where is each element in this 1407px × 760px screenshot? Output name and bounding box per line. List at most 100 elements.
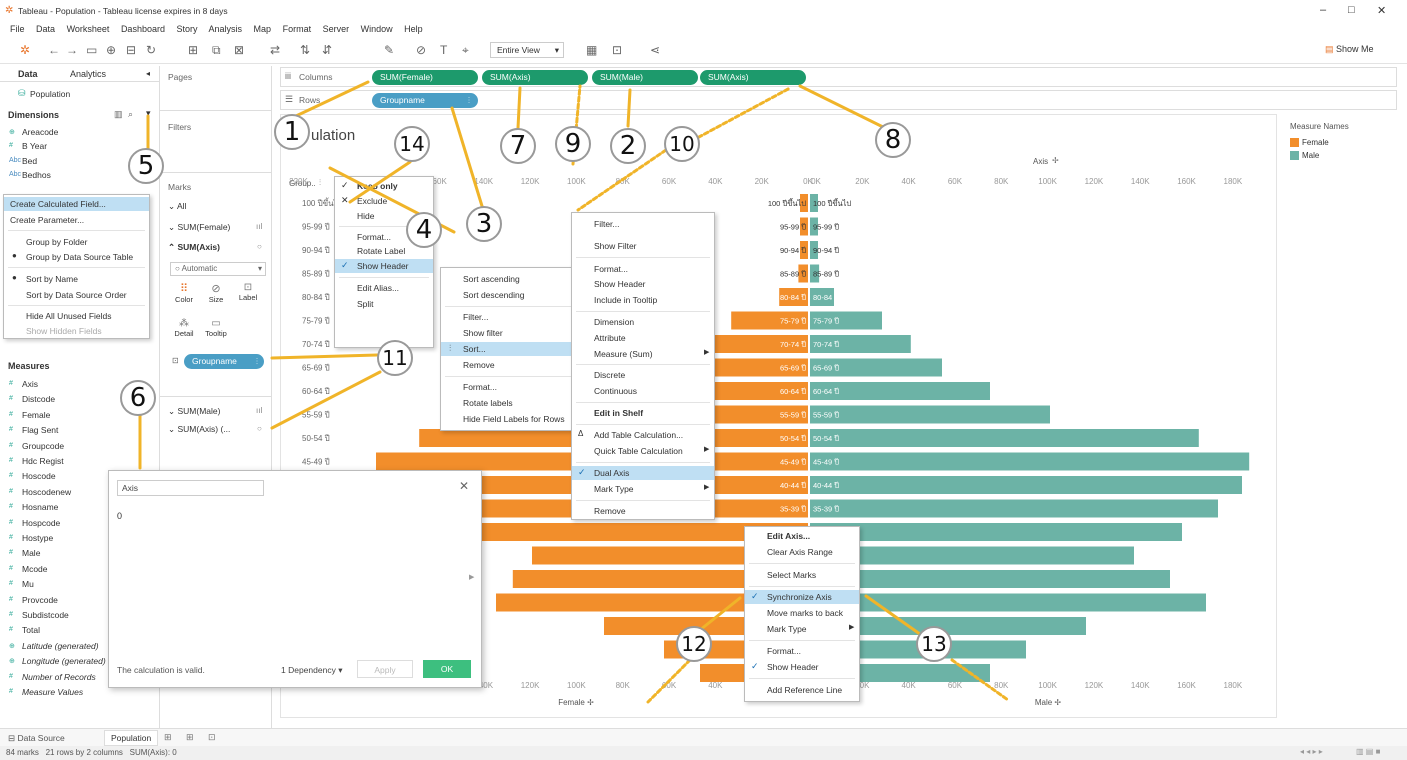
tab-analytics[interactable]: Analytics	[70, 69, 106, 79]
clear-icon[interactable]: ⊠	[234, 43, 244, 57]
menu-item-include-in-tooltip[interactable]: Include in Tooltip	[572, 293, 714, 307]
measure-field[interactable]: Female	[22, 410, 50, 420]
show-cards-icon[interactable]: ▦	[586, 43, 597, 57]
measure-field[interactable]: Axis	[22, 379, 38, 389]
menu-map[interactable]: Map	[254, 24, 272, 34]
menu-item-show-filter[interactable]: Show Filter	[572, 239, 714, 253]
datasource-name[interactable]: Population	[30, 89, 70, 99]
menu-item-sort-ascending[interactable]: Sort ascending	[441, 272, 587, 286]
measure-field[interactable]: Hdc Regist	[22, 456, 64, 466]
back-icon[interactable]: ←	[48, 43, 60, 57]
menu-file[interactable]: File	[10, 24, 25, 34]
group-icon[interactable]: ⊘	[416, 43, 426, 57]
minimize-button[interactable]: –	[1320, 4, 1326, 16]
menu-item-mark-type[interactable]: Mark Type	[572, 482, 714, 496]
menu-item-rotate-labels[interactable]: Rotate labels	[441, 396, 587, 410]
menu-item-sort-by-name[interactable]: Sort by Name	[4, 272, 149, 286]
menu-item-format[interactable]: Format...	[745, 644, 859, 658]
menu-item-move-marks-to-back[interactable]: Move marks to back	[745, 606, 859, 620]
color-button[interactable]: ⠿ Color	[170, 282, 198, 312]
columns-pill-sum-male[interactable]: SUM(Male)	[592, 70, 698, 85]
maximize-button[interactable]: □	[1348, 4, 1355, 16]
measure-field[interactable]: Subdistcode	[22, 610, 69, 620]
forward-icon[interactable]: →	[66, 43, 78, 57]
marks-pill-groupname[interactable]: Groupname ⫶	[184, 354, 264, 369]
calc-formula-editor[interactable]: 0	[117, 511, 475, 651]
tableau-home-icon[interactable]: ✲	[20, 43, 30, 57]
menu-item-format[interactable]: Format...	[572, 262, 714, 276]
measure-field[interactable]: Hosname	[22, 502, 58, 512]
menu-item-show-header[interactable]: Show Header	[335, 259, 433, 273]
measure-field[interactable]: Hostype	[22, 533, 53, 543]
collapse-icon[interactable]: ◂	[146, 69, 150, 78]
menu-item-sort-by-data-source-order[interactable]: Sort by Data Source Order	[4, 288, 149, 302]
mark-type-dropdown[interactable]: ○ Automatic ▾	[170, 262, 266, 276]
menu-item-add-reference-line[interactable]: Add Reference Line	[745, 683, 859, 697]
measure-field[interactable]: Mcode	[22, 564, 48, 574]
menu-window[interactable]: Window	[361, 24, 393, 34]
duplicate-icon[interactable]: ⧉	[212, 43, 221, 58]
presentation-icon[interactable]: ⊡	[612, 43, 622, 57]
refresh-icon[interactable]: ↻	[146, 43, 156, 57]
pause-icon[interactable]: ⊟	[126, 43, 136, 57]
menu-item-exclude[interactable]: Exclude	[335, 194, 433, 208]
measure-field[interactable]: Hoscode	[22, 471, 56, 481]
detail-button[interactable]: ⁂ Detail	[170, 318, 198, 348]
menu-worksheet[interactable]: Worksheet	[67, 24, 110, 34]
dimension-field[interactable]: Bedhos	[22, 170, 51, 180]
columns-pill-sum-female[interactable]: SUM(Female)	[372, 70, 478, 85]
menu-item-show-header[interactable]: Show Header	[745, 660, 859, 674]
measure-field[interactable]: Latitude (generated)	[22, 641, 99, 651]
menu-item-select-marks[interactable]: Select Marks	[745, 568, 859, 582]
new-sheet-icon[interactable]: ⊞	[164, 732, 172, 743]
menu-format[interactable]: Format	[283, 24, 312, 34]
marks-card-sum-male[interactable]: ⌄ SUM(Male)	[168, 406, 220, 417]
menu-item-sort-descending[interactable]: Sort descending	[441, 288, 587, 302]
close-button[interactable]: ✕	[1377, 4, 1386, 17]
menu-item-clear-axis-range[interactable]: Clear Axis Range	[745, 545, 859, 559]
measure-field[interactable]: Hospcode	[22, 518, 60, 528]
menu-item-edit-in-shelf[interactable]: Edit in Shelf	[572, 406, 714, 420]
view-toggle-icon[interactable]: ▥	[114, 109, 123, 120]
menu-item-format[interactable]: Format...	[441, 380, 587, 394]
measure-field[interactable]: Distcode	[22, 394, 55, 404]
menu-dashboard[interactable]: Dashboard	[121, 24, 165, 34]
dependency-dropdown[interactable]: 1 Dependency ▾	[281, 665, 342, 676]
fit-dropdown[interactable]: Entire View ▾	[490, 42, 564, 58]
new-story-icon[interactable]: ⊡	[208, 732, 216, 743]
tab-data[interactable]: Data	[18, 69, 38, 79]
menu-analysis[interactable]: Analysis	[209, 24, 243, 34]
measure-field[interactable]: Longitude (generated)	[22, 656, 106, 666]
tab-population[interactable]: Population	[104, 730, 159, 746]
expand-arrow-icon[interactable]: ▶	[469, 573, 474, 581]
ok-button[interactable]: OK	[423, 660, 471, 678]
sheet-view-icon[interactable]: ▥ ▤ ■	[1356, 747, 1380, 756]
menu-item-edit-axis[interactable]: Edit Axis...	[745, 529, 859, 543]
sort-asc-icon[interactable]: ⇅	[300, 43, 310, 57]
measure-field[interactable]: Hoscodenew	[22, 487, 71, 497]
menu-item-group-by-data-source-table[interactable]: Group by Data Source Table	[4, 250, 149, 264]
menu-server[interactable]: Server	[323, 24, 350, 34]
menu-item-hide-field-labels[interactable]: Hide Field Labels for Rows	[441, 412, 587, 426]
tab-data-source[interactable]: ⊟ Data Source	[8, 733, 65, 744]
legend-item-male[interactable]: Male	[1302, 151, 1319, 160]
measure-field[interactable]: Provcode	[22, 595, 58, 605]
dimension-field[interactable]: Areacode	[22, 127, 58, 137]
marks-card-sum-axis[interactable]: ⌃ SUM(Axis)	[168, 242, 220, 253]
new-worksheet-icon[interactable]: ⊞	[188, 43, 198, 57]
dialog-close-icon[interactable]: ✕	[459, 479, 469, 493]
swap-icon[interactable]: ⇄	[270, 43, 280, 57]
new-datasource-icon[interactable]: ⊕	[106, 43, 116, 57]
menu-item-mark-type[interactable]: Mark Type	[745, 622, 859, 636]
menu-item-show-header[interactable]: Show Header	[572, 277, 714, 291]
menu-item-dimension[interactable]: Dimension	[572, 315, 714, 329]
menu-data[interactable]: Data	[36, 24, 55, 34]
menu-item-keep-only[interactable]: Keep only	[335, 179, 433, 193]
measure-field[interactable]: Total	[22, 625, 40, 635]
menu-item-measure-sum[interactable]: Measure (Sum)	[572, 347, 714, 361]
menu-item-group-by-folder[interactable]: Group by Folder	[4, 235, 149, 249]
columns-pill-sum-axis-2[interactable]: SUM(Axis)	[700, 70, 806, 85]
dimension-field[interactable]: B Year	[22, 141, 47, 151]
menu-help[interactable]: Help	[404, 24, 423, 34]
menu-item-filter[interactable]: Filter...	[441, 310, 587, 324]
